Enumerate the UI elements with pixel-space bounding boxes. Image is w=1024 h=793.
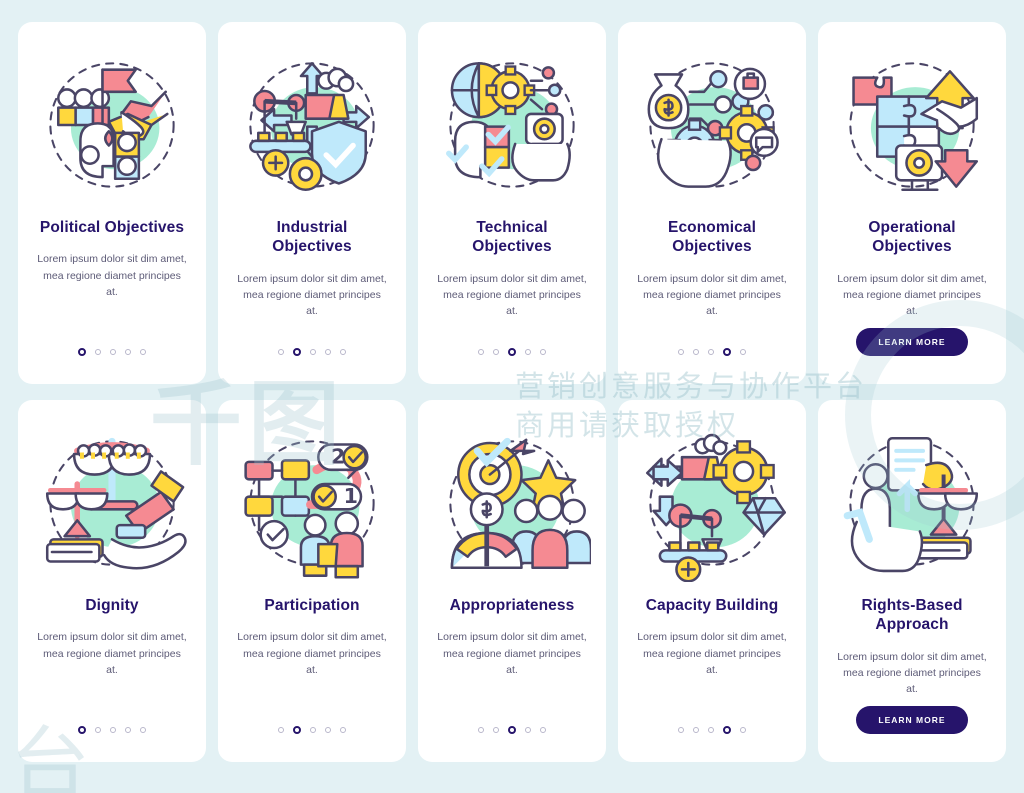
pagination-dot-3[interactable] bbox=[310, 349, 316, 355]
pagination-dots[interactable] bbox=[78, 348, 146, 356]
pagination-dot-3[interactable] bbox=[310, 727, 316, 733]
card-description: Lorem ipsum dolor sit dim amet, mea regi… bbox=[237, 272, 387, 318]
card-title: Industrial Objectives bbox=[272, 219, 352, 256]
onboarding-screens-board: Political Objectives Lorem ipsum dolor si… bbox=[0, 0, 1024, 793]
pagination-dot-3[interactable] bbox=[708, 349, 714, 355]
pagination-dot-1[interactable] bbox=[478, 349, 484, 355]
pagination-dot-2-active[interactable] bbox=[293, 348, 301, 356]
handshake-flag-people-icon bbox=[33, 46, 191, 204]
card-description: Lorem ipsum dolor sit dim amet, mea regi… bbox=[37, 631, 187, 676]
pagination-dot-4[interactable] bbox=[325, 727, 331, 733]
flowchart-people-badges-icon: 2 1 bbox=[233, 424, 391, 582]
onboarding-card-participation[interactable]: 2 1 Participation Lorem ipsum dolor sit d… bbox=[218, 400, 406, 762]
pagination-dot-5[interactable] bbox=[740, 727, 746, 733]
onboarding-card-technical-objectives[interactable]: Technical Objectives Lorem ipsum dolor si… bbox=[418, 22, 606, 384]
pagination-dot-2-active[interactable] bbox=[293, 726, 301, 734]
pagination-dot-1[interactable] bbox=[678, 349, 684, 355]
pagination-dots[interactable] bbox=[678, 348, 746, 356]
pagination-dot-1[interactable] bbox=[278, 727, 284, 733]
pagination-dot-3-active[interactable] bbox=[508, 726, 516, 734]
pagination-dot-4[interactable] bbox=[525, 349, 531, 355]
onboarding-card-dignity[interactable]: Dignity Lorem ipsum dolor sit dim amet, m… bbox=[18, 400, 206, 762]
card-description: Lorem ipsum dolor sit dim amet, mea regi… bbox=[437, 631, 587, 676]
card-title: Political Objectives bbox=[39, 219, 185, 236]
svg-text:1: 1 bbox=[344, 484, 358, 508]
card-title: Appropriateness bbox=[449, 597, 575, 614]
card-description: Lorem ipsum dolor sit dim amet, mea regi… bbox=[637, 631, 787, 676]
card-title: Technical Objectives bbox=[472, 219, 552, 256]
pagination-dot-4-active[interactable] bbox=[723, 726, 731, 734]
factory-gear-diamond-icon bbox=[633, 424, 791, 583]
globe-gear-hands-icon bbox=[433, 46, 591, 204]
puzzle-arrows-gear-icon bbox=[833, 46, 991, 204]
card-grid: Political Objectives Lorem ipsum dolor si… bbox=[18, 22, 1006, 771]
pagination-dot-4[interactable] bbox=[525, 727, 531, 733]
pagination-dot-2[interactable] bbox=[493, 349, 499, 355]
pagination-dots[interactable] bbox=[678, 726, 746, 734]
card-description: Lorem ipsum dolor sit dim amet, mea regi… bbox=[637, 272, 787, 318]
pagination-dot-1[interactable] bbox=[678, 727, 684, 733]
pagination-dot-5[interactable] bbox=[740, 349, 746, 355]
onboarding-card-political-objectives[interactable]: Political Objectives Lorem ipsum dolor si… bbox=[18, 22, 206, 384]
card-title: Operational Objectives bbox=[868, 219, 956, 256]
card-title: Economical Objectives bbox=[668, 219, 756, 256]
pagination-dot-3[interactable] bbox=[110, 727, 116, 733]
card-description: Lorem ipsum dolor sit dim amet, mea regi… bbox=[237, 631, 387, 676]
card-title: Dignity bbox=[85, 597, 139, 614]
pagination-dot-2[interactable] bbox=[95, 349, 101, 355]
onboarding-card-economical-objectives[interactable]: Economical Objectives Lorem ipsum dolor s… bbox=[618, 22, 806, 384]
pagination-dot-3[interactable] bbox=[110, 349, 116, 355]
factory-robot-shield-icon bbox=[233, 46, 391, 204]
card-title: Participation bbox=[264, 597, 360, 614]
pagination-dot-5[interactable] bbox=[140, 349, 146, 355]
pagination-dot-4[interactable] bbox=[125, 727, 131, 733]
pagination-dot-1-active[interactable] bbox=[78, 348, 86, 356]
scales-gavel-book-hand-icon bbox=[33, 424, 191, 582]
target-star-people-icon bbox=[433, 424, 593, 582]
pagination-dot-3[interactable] bbox=[708, 727, 714, 733]
pagination-dots[interactable] bbox=[278, 348, 346, 356]
person-scales-document-icon bbox=[833, 424, 991, 582]
pagination-dot-3-active[interactable] bbox=[508, 348, 516, 356]
pagination-dot-4-active[interactable] bbox=[723, 348, 731, 356]
onboarding-card-capacity-building[interactable]: Capacity Building Lorem ipsum dolor sit d… bbox=[618, 400, 806, 762]
pagination-dot-2[interactable] bbox=[95, 727, 101, 733]
pagination-dot-2[interactable] bbox=[693, 727, 699, 733]
pagination-dots[interactable] bbox=[278, 726, 346, 734]
pagination-dot-5[interactable] bbox=[340, 727, 346, 733]
pagination-dot-5[interactable] bbox=[540, 727, 546, 733]
card-description: Lorem ipsum dolor sit dim amet, mea regi… bbox=[37, 253, 187, 298]
pagination-dots[interactable] bbox=[478, 726, 546, 734]
onboarding-card-operational-objectives[interactable]: Operational Objectives Lorem ipsum dolor … bbox=[818, 22, 1006, 384]
pagination-dot-4[interactable] bbox=[125, 349, 131, 355]
pagination-dot-4[interactable] bbox=[325, 349, 331, 355]
pagination-dot-5[interactable] bbox=[140, 727, 146, 733]
learn-more-button[interactable]: LEARN MORE bbox=[856, 328, 968, 356]
card-description: Lorem ipsum dolor sit dim amet, mea regi… bbox=[437, 272, 587, 318]
card-title: Capacity Building bbox=[645, 597, 779, 614]
learn-more-button[interactable]: LEARN MORE bbox=[856, 706, 968, 734]
pagination-dots[interactable] bbox=[78, 726, 146, 734]
card-description: Lorem ipsum dolor sit dim amet, mea regi… bbox=[837, 650, 987, 696]
pagination-dot-5[interactable] bbox=[540, 349, 546, 355]
pagination-dot-2[interactable] bbox=[493, 727, 499, 733]
card-title: Rights-Based Approach bbox=[861, 597, 963, 634]
pagination-dot-1-active[interactable] bbox=[78, 726, 86, 734]
card-description: Lorem ipsum dolor sit dim amet, mea regi… bbox=[837, 272, 987, 318]
pagination-dot-1[interactable] bbox=[278, 349, 284, 355]
onboarding-card-industrial-objectives[interactable]: Industrial Objectives Lorem ipsum dolor s… bbox=[218, 22, 406, 384]
pagination-dot-2[interactable] bbox=[693, 349, 699, 355]
onboarding-card-rights-based-approach[interactable]: Rights-Based Approach Lorem ipsum dolor s… bbox=[818, 400, 1006, 762]
pagination-dots[interactable] bbox=[478, 348, 546, 356]
pagination-dot-1[interactable] bbox=[478, 727, 484, 733]
money-bag-gears-hands-icon bbox=[633, 46, 791, 204]
onboarding-card-appropriateness[interactable]: Appropriateness Lorem ipsum dolor sit dim… bbox=[418, 400, 606, 762]
pagination-dot-5[interactable] bbox=[340, 349, 346, 355]
